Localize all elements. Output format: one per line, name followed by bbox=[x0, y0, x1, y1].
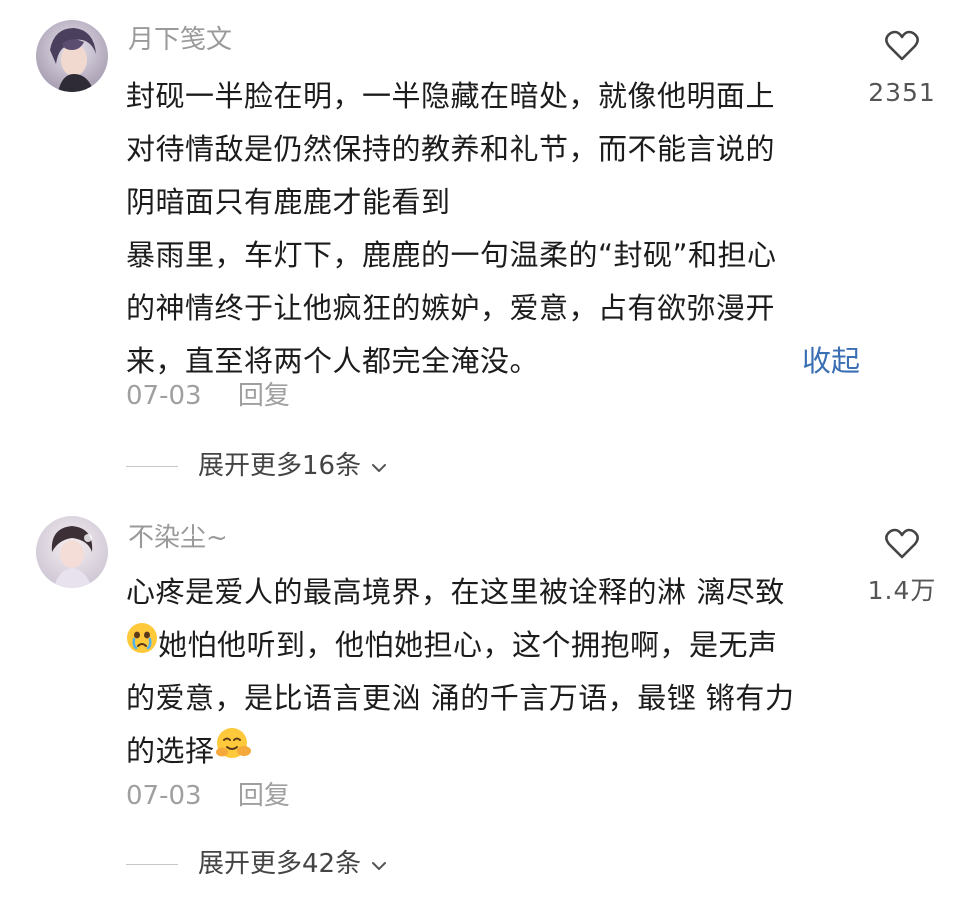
comment-text[interactable]: 封砚一半脸在明，一半隐藏在暗处，就像他明面上 对待情敌是仍然保持的教养和礼节，而… bbox=[126, 70, 860, 388]
collapse-button[interactable]: 收起 bbox=[802, 335, 860, 388]
username[interactable]: 月下笺文 bbox=[128, 22, 232, 58]
divider bbox=[126, 863, 178, 865]
comment-meta: 07-03 回复 bbox=[126, 378, 290, 414]
comment-meta: 07-03 回复 bbox=[126, 778, 290, 814]
comment-line: 心疼是爱人的最高境界，在这里被诠释的淋 漓尽致 bbox=[126, 575, 785, 609]
comment-line: 暴雨里，车灯下，鹿鹿的一句温柔的“封砚”和担心 bbox=[126, 238, 777, 272]
crying-face-icon bbox=[126, 618, 158, 671]
comment-line-text: 她怕他听到，他怕她担心，这个拥抱啊，是无声 bbox=[158, 628, 778, 662]
avatar[interactable] bbox=[36, 516, 108, 588]
comment-date: 07-03 bbox=[126, 381, 202, 411]
chevron-down-icon bbox=[371, 846, 387, 882]
expand-replies-button[interactable]: 展开更多42条 bbox=[126, 846, 387, 882]
like-control[interactable]: 2351 bbox=[857, 30, 947, 110]
avatar[interactable] bbox=[36, 20, 108, 92]
heart-icon[interactable] bbox=[857, 30, 947, 66]
comment-line: 封砚一半脸在明，一半隐藏在暗处，就像他明面上 bbox=[126, 79, 776, 113]
expand-replies-label: 展开更多16条 bbox=[198, 451, 362, 481]
heart-icon[interactable] bbox=[857, 528, 947, 564]
like-count: 2351 bbox=[868, 78, 936, 107]
comment-line: 的爱意，是比语言更汹 涌的千言万语，最铿 锵有力 bbox=[126, 681, 795, 715]
username[interactable]: 不染尘~ bbox=[128, 520, 228, 556]
comment-line: 的选择 bbox=[126, 725, 846, 778]
comment-line: 对待情敌是仍然保持的教养和礼节，而不能言说的 bbox=[126, 132, 776, 166]
comment-date: 07-03 bbox=[126, 781, 202, 811]
reply-button[interactable]: 回复 bbox=[238, 381, 290, 411]
divider bbox=[126, 465, 178, 467]
expand-replies-button[interactable]: 展开更多16条 bbox=[126, 448, 387, 484]
comment-line: 的神情终于让他疯狂的嫉妒，爱意，占有欲弥漫开 bbox=[126, 291, 776, 325]
chevron-down-icon bbox=[371, 448, 387, 484]
reply-button[interactable]: 回复 bbox=[238, 781, 290, 811]
like-control[interactable]: 1.4万 bbox=[857, 528, 947, 608]
comment-text[interactable]: 心疼是爱人的最高境界，在这里被诠释的淋 漓尽致 她怕他听到，他怕她担心，这个拥抱… bbox=[126, 566, 846, 778]
comment-line-text: 的选择 bbox=[126, 734, 215, 768]
comment-line: 她怕他听到，他怕她担心，这个拥抱啊，是无声 bbox=[126, 619, 846, 672]
like-count: 1.4万 bbox=[867, 576, 937, 605]
hugging-face-icon bbox=[215, 724, 253, 777]
expand-replies-label: 展开更多42条 bbox=[198, 849, 362, 879]
comment-line: 阴暗面只有鹿鹿才能看到 bbox=[126, 185, 451, 219]
